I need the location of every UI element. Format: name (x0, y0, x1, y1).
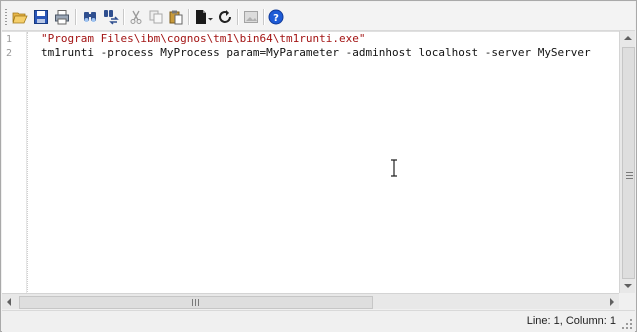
svg-text:?: ? (273, 13, 279, 24)
new-document-dropdown-icon[interactable] (194, 9, 214, 25)
scroll-down-arrow-icon[interactable] (624, 284, 632, 288)
thumb-grip-icon (626, 172, 633, 179)
save-icon[interactable] (33, 9, 49, 25)
scroll-left-arrow-icon[interactable] (7, 298, 11, 306)
status-bar: Line: 1, Column: 1 (2, 310, 635, 332)
thumb-grip-icon (192, 299, 199, 306)
refresh-icon[interactable] (217, 9, 233, 25)
toolbar-separator (188, 9, 190, 25)
toolbar-separator (75, 9, 77, 25)
help-icon[interactable]: ? (268, 9, 284, 25)
line-number: 2 (6, 48, 13, 59)
cursor-position: Line: 1, Column: 1 (526, 315, 616, 327)
replace-icon[interactable] (103, 9, 119, 25)
toolbar-separator (123, 9, 125, 25)
line-number: 1 (6, 34, 13, 45)
editor-window: ? 1 2 "Program Files\ibm\cognos\tm1\bin6… (0, 0, 637, 332)
code-line[interactable]: "Program Files\ibm\cognos\tm1\bin64\tm1r… (41, 32, 366, 46)
horizontal-scrollbar[interactable] (2, 293, 619, 309)
toolbar: ? (2, 2, 635, 31)
line-number-gutter: 1 2 (2, 32, 27, 294)
cut-icon[interactable] (128, 9, 144, 25)
toolbar-grip[interactable] (5, 9, 7, 25)
text-cursor-icon (391, 159, 397, 177)
horizontal-scroll-thumb[interactable] (19, 296, 373, 309)
toolbar-separator (263, 9, 265, 25)
copy-icon[interactable] (148, 9, 164, 25)
image-icon[interactable] (243, 9, 259, 25)
resize-grip-icon[interactable] (622, 319, 632, 329)
vertical-scrollbar[interactable] (619, 31, 635, 293)
find-icon[interactable] (82, 9, 98, 25)
scroll-right-arrow-icon[interactable] (610, 298, 614, 306)
scroll-up-arrow-icon[interactable] (624, 36, 632, 40)
vertical-scroll-thumb[interactable] (622, 47, 635, 279)
code-line[interactable]: tm1runti -process MyProcess param=MyPara… (41, 46, 591, 60)
toolbar-separator (237, 9, 239, 25)
open-folder-icon[interactable] (12, 9, 28, 25)
fold-margin (27, 32, 29, 294)
code-editor[interactable]: 1 2 "Program Files\ibm\cognos\tm1\bin64\… (2, 31, 619, 294)
paste-icon[interactable] (168, 9, 184, 25)
scrollbar-corner (619, 293, 635, 309)
print-icon[interactable] (54, 9, 70, 25)
